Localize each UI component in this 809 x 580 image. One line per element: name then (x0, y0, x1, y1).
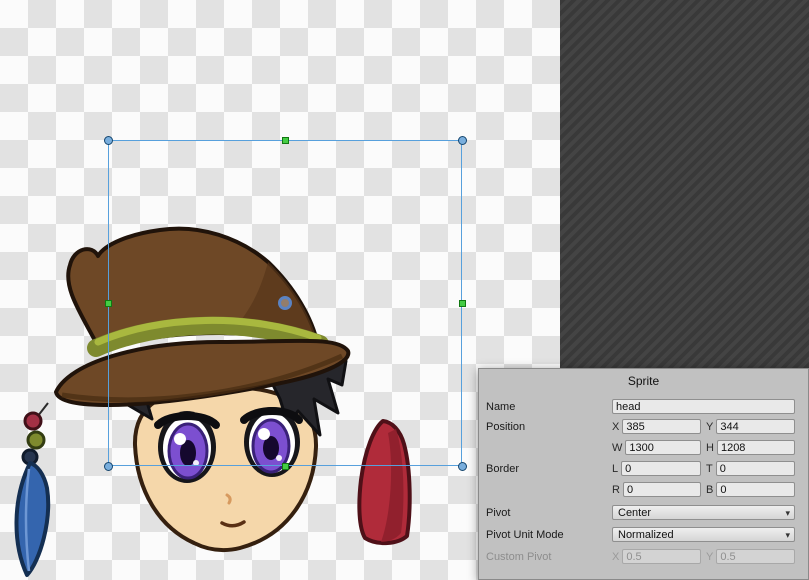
position-label: Position (486, 421, 612, 433)
pivot-label: Pivot (486, 507, 612, 519)
selection-handle-e[interactable] (459, 300, 466, 307)
position-x-input[interactable] (622, 419, 701, 434)
pivot-unit-mode-label: Pivot Unit Mode (486, 529, 612, 541)
position-w-input[interactable] (625, 440, 701, 455)
pivot-unit-mode-dropdown[interactable]: Normalized ▾ (612, 527, 795, 542)
border-b-input[interactable] (716, 482, 795, 497)
selection-handle-n[interactable] (282, 137, 289, 144)
border-b-prefix: B (706, 484, 713, 496)
position-w-prefix: W (612, 442, 622, 454)
border-r-prefix: R (612, 484, 620, 496)
selection-handle-se[interactable] (458, 462, 467, 471)
border-t-input[interactable] (716, 461, 795, 476)
position-y-prefix: Y (706, 421, 713, 433)
border-l-prefix: L (612, 463, 618, 475)
chevron-down-icon: ▾ (785, 506, 790, 520)
selection-handle-sw[interactable] (104, 462, 113, 471)
selection-handle-ne[interactable] (458, 136, 467, 145)
sprite-editor-window: Sprite Name Position X Y (0, 0, 809, 580)
border-label: Border (486, 463, 612, 475)
pivot-dropdown-value: Center (618, 507, 651, 519)
pivot-dropdown[interactable]: Center ▾ (612, 505, 795, 520)
border-l-input[interactable] (621, 461, 701, 476)
position-x-prefix: X (612, 421, 619, 433)
pivot-handle[interactable] (278, 296, 292, 310)
panel-title: Sprite (479, 374, 808, 388)
position-h-input[interactable] (717, 440, 795, 455)
chevron-down-icon: ▾ (785, 528, 790, 542)
custom-pivot-x-input (622, 549, 701, 564)
border-r-input[interactable] (623, 482, 701, 497)
feather (16, 463, 48, 575)
border-t-prefix: T (706, 463, 713, 475)
sprite-inspector-panel: Sprite Name Position X Y (478, 368, 809, 580)
selection-handle-w[interactable] (105, 300, 112, 307)
custom-pivot-x-prefix: X (612, 551, 619, 563)
selection-handle-s[interactable] (282, 463, 289, 470)
position-h-prefix: H (706, 442, 714, 454)
custom-pivot-y-input (716, 549, 795, 564)
selection-handle-nw[interactable] (104, 136, 113, 145)
name-label: Name (486, 401, 612, 413)
custom-pivot-y-prefix: Y (706, 551, 713, 563)
bead-charm (23, 403, 48, 464)
name-input[interactable] (612, 399, 795, 414)
custom-pivot-label: Custom Pivot (486, 551, 612, 563)
pivot-unit-mode-dropdown-value: Normalized (618, 529, 674, 541)
position-y-input[interactable] (716, 419, 795, 434)
